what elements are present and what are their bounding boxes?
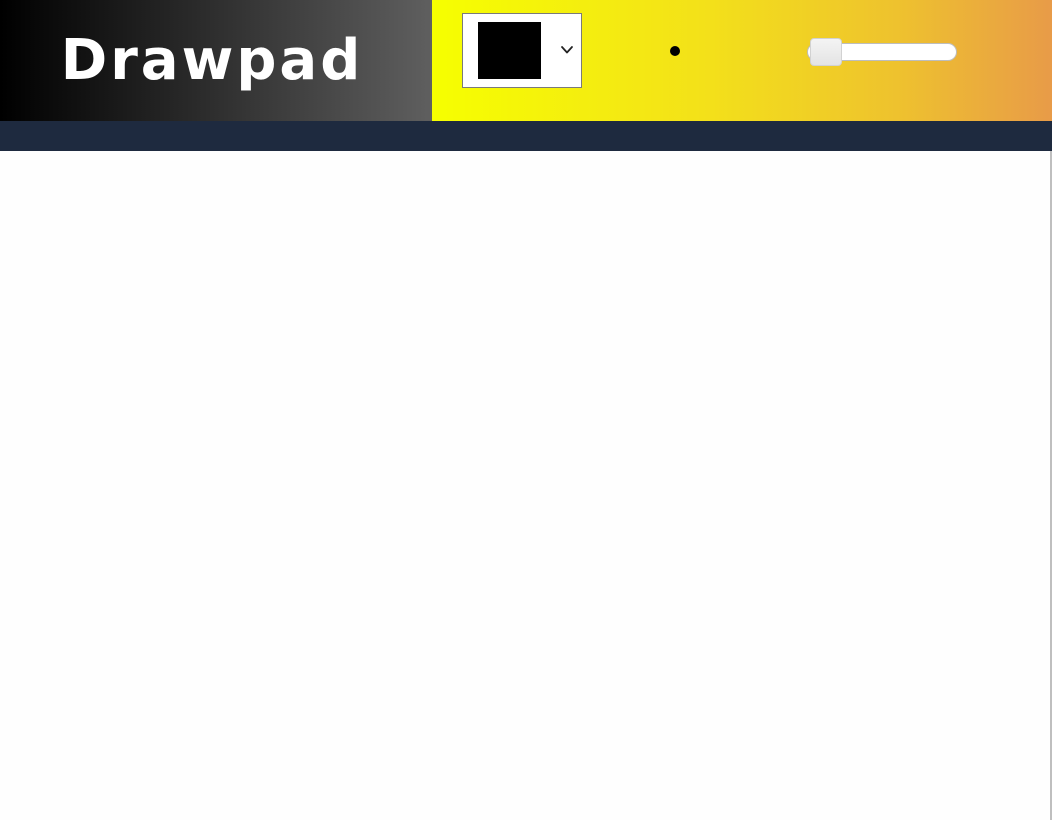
drawpad-app: Drawpad: [0, 0, 1052, 820]
toolbar: [432, 0, 1052, 121]
brand-panel: Drawpad: [0, 0, 432, 121]
drawing-canvas[interactable]: [0, 151, 1052, 820]
nav-bar: [0, 121, 1052, 151]
app-title: Drawpad: [60, 27, 364, 93]
header: Drawpad: [0, 0, 1052, 121]
slider-thumb[interactable]: [810, 38, 843, 66]
color-picker-select[interactable]: [462, 13, 582, 88]
selected-color-swatch: [478, 22, 541, 79]
chevron-down-icon: [561, 46, 573, 54]
brush-size-slider[interactable]: [807, 38, 957, 66]
brush-preview-dot-icon: [670, 46, 680, 56]
